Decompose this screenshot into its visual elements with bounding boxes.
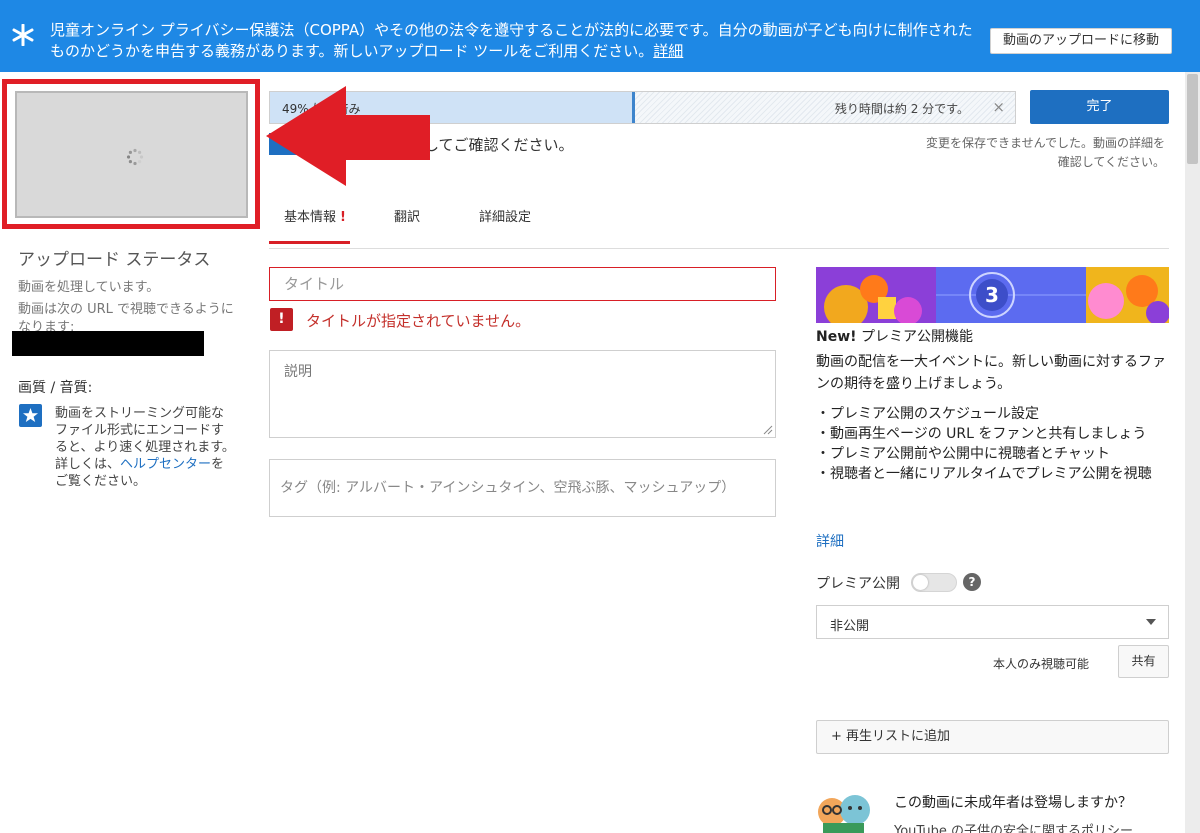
upload-status-text: 動画を処理しています。 (18, 280, 160, 295)
private-visibility-note: 本人のみ視聴可能 (993, 657, 1090, 671)
description-input[interactable] (269, 350, 776, 438)
redacted-video-url (12, 331, 204, 356)
thumbnail-highlight (2, 79, 260, 229)
privacy-selected-value: 非公開 (830, 619, 870, 634)
done-button[interactable]: 完了 (1030, 90, 1169, 124)
page-scrollbar[interactable] (1185, 72, 1200, 833)
red-arrow-annotation (266, 86, 430, 186)
help-center-link[interactable]: ヘルプセンター (120, 457, 211, 472)
star-icon (19, 404, 42, 427)
premiere-promo-image: 3 (816, 267, 1169, 323)
go-to-upload-button[interactable]: 動画のアップロードに移動 (990, 28, 1172, 54)
premiere-feature-list: ・プレミア公開のスケジュール設定 ・動画再生ページの URL をファンと共有しま… (816, 404, 1168, 484)
banner-details-link[interactable]: 詳細 (653, 42, 683, 60)
list-item: ・プレミア公開のスケジュール設定 (816, 406, 1040, 422)
premiere-toggle-label: プレミア公開 (816, 576, 900, 592)
premiere-feature-description: 動画の配信を一大イベントに。新しい動画に対するファンの期待を盛り上げましょう。 (816, 354, 1166, 392)
quality-hint: 動画をストリーミング可能なファイル形式にエンコードすると、より速く処理されます。… (55, 406, 235, 489)
detail-tabs: 基本情報! 翻訳 詳細設定 (269, 196, 1169, 249)
caret-down-icon (1146, 619, 1156, 625)
title-error-text: タイトルが指定されていません。 (306, 312, 531, 330)
quality-title: 画質 / 音質: (18, 380, 93, 396)
notice-text: してご確認ください。 (424, 136, 574, 154)
tab-error-badge: ! (340, 210, 346, 225)
upload-status-title: アップロード ステータス (18, 250, 211, 270)
question-icon[interactable]: ? (963, 573, 981, 591)
premiere-feature-title: New! プレミア公開機能 (816, 329, 973, 345)
exclamation-icon: ! (270, 308, 293, 331)
countdown-number: 3 (985, 283, 999, 307)
kids-question: この動画に未成年者は登場しますか？ (894, 795, 1132, 811)
list-item: ・動画再生ページの URL をファンと共有しましょう (816, 426, 1147, 442)
close-icon[interactable]: × (992, 98, 1005, 116)
time-remaining: 残り時間は約 2 分です。 (834, 102, 969, 116)
title-input[interactable] (269, 267, 776, 301)
premiere-details-link[interactable]: 詳細 (816, 531, 844, 551)
list-item: ・プレミア公開前や公開中に視聴者とチャット (816, 446, 1110, 462)
kids-policy-text: YouTube の子供の安全に関するポリシー (894, 824, 1133, 833)
tab-translation[interactable]: 翻訳 (394, 206, 420, 248)
share-button[interactable]: 共有 (1118, 645, 1169, 678)
add-to-playlist-button[interactable]: + 再生リストに追加 (816, 720, 1169, 754)
list-item: ・視聴者と一緒にリアルタイムでプレミア公開を視聴 (816, 466, 1152, 482)
video-thumbnail (15, 91, 248, 218)
tab-advanced-settings[interactable]: 詳細設定 (479, 206, 531, 248)
active-tab-underline (269, 241, 350, 244)
coppa-banner: 児童オンライン プライバシー保護法（COPPA）やその他の法令を遵守することが法… (0, 0, 1200, 72)
kids-illustration (818, 795, 870, 833)
toggle-knob (913, 575, 928, 590)
loading-spinner-icon (126, 148, 144, 166)
premiere-toggle[interactable] (911, 573, 957, 592)
privacy-select[interactable]: 非公開 (816, 605, 1169, 639)
banner-message: 児童オンライン プライバシー保護法（COPPA）やその他の法令を遵守することが法… (50, 21, 973, 60)
star-icon (12, 24, 34, 46)
resize-grip-icon[interactable] (763, 425, 773, 435)
save-error-message: 変更を保存できませんでした。動画の詳細を確認してください。 (925, 136, 1165, 169)
tags-input[interactable] (269, 459, 776, 517)
scrollbar-thumb[interactable] (1187, 74, 1198, 164)
